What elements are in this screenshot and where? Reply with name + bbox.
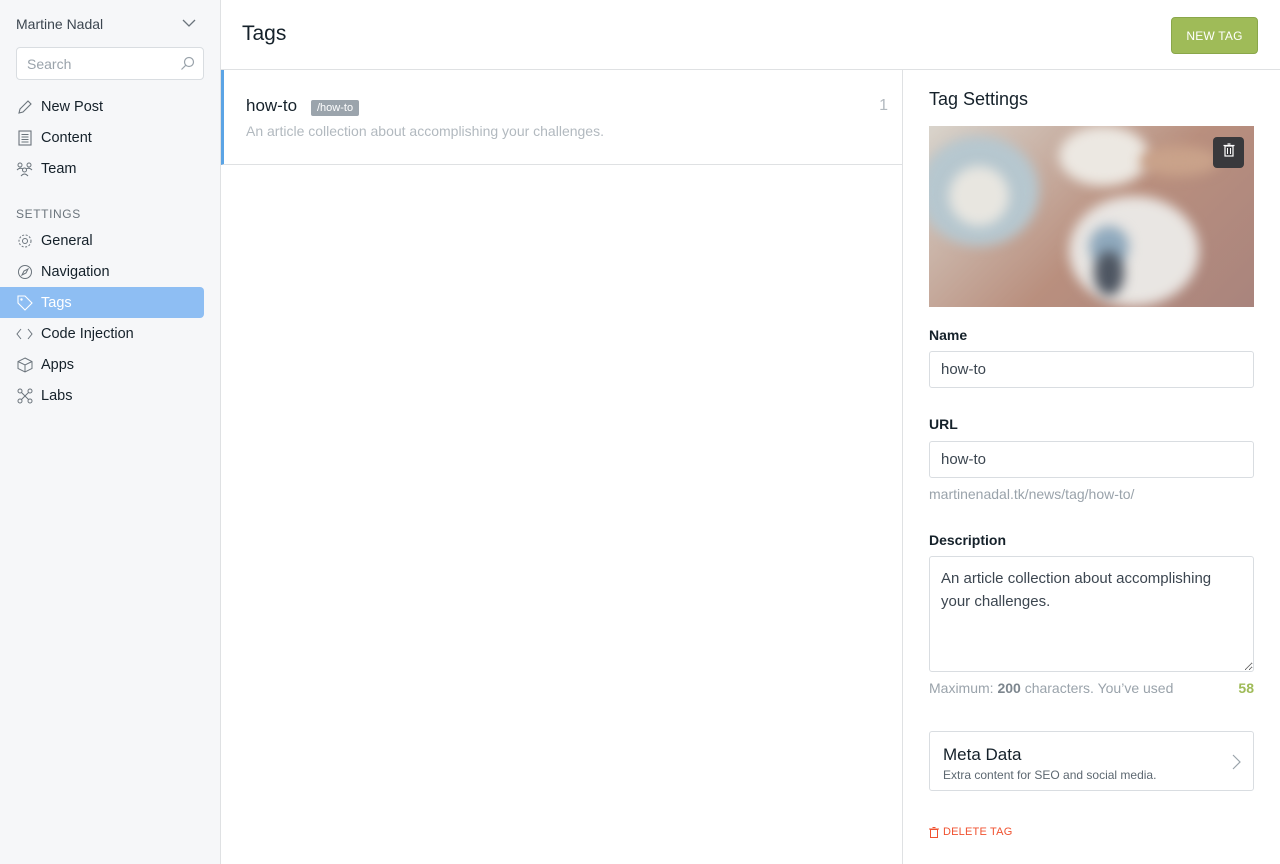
delete-tag-button[interactable]: DELETE TAG [929,826,1012,838]
user-menu[interactable]: Martine Nadal [16,14,196,34]
image-blur-region [1139,146,1219,176]
url-label: URL [929,416,958,432]
char-hint-prefix: Maximum: [929,680,998,696]
team-icon [16,160,33,177]
name-label: Name [929,327,968,343]
nav-label: Labs [41,387,73,404]
search-input[interactable] [17,48,167,79]
meta-data-subtitle: Extra content for SEO and social media. [943,768,1157,782]
top-bar: Tags NEW TAG [221,0,1280,70]
tag-settings-panel: Tag Settings Name URL martinenadal.tk/ne… [903,70,1280,864]
meta-data-button[interactable]: Meta Data Extra content for SEO and soci… [929,731,1254,791]
nav-item-code-injection[interactable]: Code Injection [0,318,204,349]
tag-icon [16,294,33,311]
chevron-right-icon [1232,754,1241,775]
nav-item-tags[interactable]: Tags [0,287,204,318]
nav-label: General [41,232,93,249]
compass-icon [16,263,33,280]
nav-item-general[interactable]: General [0,225,204,256]
nav-item-team[interactable]: Team [0,153,204,184]
tag-description: An article collection about accomplishin… [246,123,604,139]
tag-list-item[interactable]: how-to /how-to An article collection abo… [221,70,902,165]
tag-settings-title: Tag Settings [929,89,1029,109]
meta-data-title: Meta Data [943,745,1022,764]
nav-label: Apps [41,356,75,373]
nav-item-content[interactable]: Content [0,122,204,153]
nav-item-apps[interactable]: Apps [0,349,204,380]
chevron-down-icon [182,15,196,33]
delete-tag-label: DELETE TAG [943,826,1013,838]
pen-icon [16,98,33,115]
description-textarea[interactable]: An article collection about accomplishin… [929,556,1254,672]
trash-icon [1223,143,1235,162]
nav-label: New Post [41,98,104,115]
char-hint-suffix: characters. You’ve used [1020,680,1174,696]
image-blur-region [1059,126,1149,186]
nav-label: Navigation [41,263,110,280]
description-label: Description [929,532,1007,548]
image-blur-region [1069,196,1199,306]
nav-label: Code Injection [41,325,134,342]
tag-slug-badge: /how-to [311,100,360,116]
new-tag-button[interactable]: NEW TAG [1171,17,1258,54]
character-count: 58 [1238,680,1254,696]
nav-label: Tags [41,294,72,311]
tag-list: how-to /how-to An article collection abo… [221,70,903,864]
code-icon [16,325,33,342]
document-icon [16,129,33,146]
search-icon[interactable] [180,56,195,76]
image-blur-region [1094,251,1124,296]
nav-label: Content [41,129,92,146]
sidebar: Martine Nadal New Post Content Team SETT… [0,0,221,864]
remove-image-button[interactable] [1213,137,1244,168]
tag-name: how-to [246,96,298,115]
trash-icon [929,826,939,838]
nav-item-navigation[interactable]: Navigation [0,256,204,287]
settings-heading: SETTINGS [16,207,81,221]
char-hint-max: 200 [997,680,1021,696]
user-name: Martine Nadal [16,16,104,32]
nav-item-labs[interactable]: Labs [0,380,204,411]
gear-icon [16,232,33,249]
page-title: Tags [242,22,287,45]
labs-icon [16,387,33,404]
nav-label: Team [41,160,77,177]
tag-cover-image[interactable] [929,126,1254,307]
tag-post-count: 1 [879,97,888,114]
character-limit-hint: Maximum: 200 characters. You’ve used 58 [929,680,1254,696]
nav-item-new-post[interactable]: New Post [0,91,204,122]
search-box [16,47,204,80]
name-input[interactable] [929,351,1254,388]
url-input[interactable] [929,441,1254,478]
url-preview: martinenadal.tk/news/tag/how-to/ [929,486,1135,502]
box-icon [16,356,33,373]
image-blur-region [949,166,1009,226]
